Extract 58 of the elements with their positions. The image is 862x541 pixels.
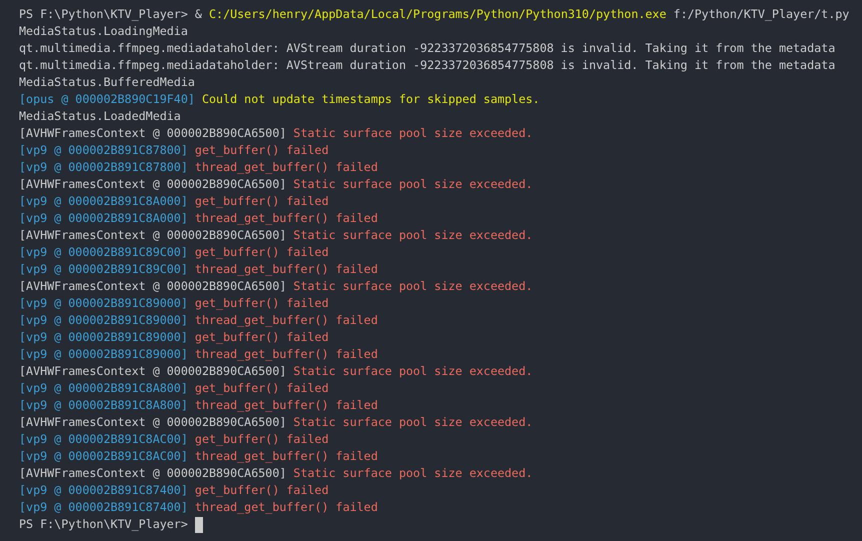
error-text: get_buffer() failed: [194, 193, 329, 210]
log-source: [vp9 @ 000002B891C89000]: [19, 329, 188, 346]
error-text: get_buffer() failed: [194, 380, 329, 397]
output-text: PS F:\Python\KTV_Player>: [19, 6, 188, 23]
error-text: thread_get_buffer() failed: [194, 312, 378, 329]
error-text: Static surface pool size exceeded.: [293, 465, 533, 482]
output-text: [AVHWFramesContext @ 000002B890CA6500]: [19, 465, 286, 482]
log-source: [vp9 @ 000002B891C89000]: [19, 346, 188, 363]
shell-prompt: PS F:\Python\KTV_Player>: [19, 516, 188, 533]
output-text: [AVHWFramesContext @ 000002B890CA6500]: [19, 363, 286, 380]
output-text: qt.multimedia.ffmpeg.mediadataholder: AVStream duration -9223372036854775808 is invalid. Taking it from the metadata: [19, 57, 836, 74]
output-text: MediaStatus.BufferedMedia: [19, 74, 195, 91]
error-text: get_buffer() failed: [194, 295, 329, 312]
log-source: [vp9 @ 000002B891C8AC00]: [19, 431, 188, 448]
output-text: MediaStatus.LoadedMedia: [19, 108, 181, 125]
log-source: [vp9 @ 000002B891C87800]: [19, 142, 188, 159]
log-source: [vp9 @ 000002B891C89C00]: [19, 261, 188, 278]
output-text: [AVHWFramesContext @ 000002B890CA6500]: [19, 227, 286, 244]
output-text: [AVHWFramesContext @ 000002B890CA6500]: [19, 278, 286, 295]
log-source: [vp9 @ 000002B891C8A000]: [19, 210, 188, 227]
error-text: Static surface pool size exceeded.: [293, 176, 533, 193]
output-text: qt.multimedia.ffmpeg.mediadataholder: AVStream duration -9223372036854775808 is invalid. Taking it from the metadata: [19, 40, 836, 57]
error-text: thread_get_buffer() failed: [194, 499, 378, 516]
output-text: [AVHWFramesContext @ 000002B890CA6500]: [19, 125, 286, 142]
log-source: [vp9 @ 000002B891C89000]: [19, 295, 188, 312]
error-text: get_buffer() failed: [194, 329, 329, 346]
error-text: thread_get_buffer() failed: [194, 397, 378, 414]
error-text: get_buffer() failed: [194, 244, 329, 261]
log-source: [vp9 @ 000002B891C8A800]: [19, 380, 188, 397]
log-source: [vp9 @ 000002B891C8AC00]: [19, 448, 188, 465]
log-source: [vp9 @ 000002B891C8A800]: [19, 397, 188, 414]
log-source: [vp9 @ 000002B891C87400]: [19, 482, 188, 499]
error-text: Static surface pool size exceeded.: [293, 227, 533, 244]
log-source: [vp9 @ 000002B891C89000]: [19, 312, 188, 329]
error-text: thread_get_buffer() failed: [194, 448, 378, 465]
output-text: f:/Python/KTV_Player/t.py: [673, 6, 850, 23]
error-text: Static surface pool size exceeded.: [293, 363, 533, 380]
error-text: Static surface pool size exceeded.: [293, 414, 533, 431]
output-text: &: [194, 6, 202, 23]
log-source: [vp9 @ 000002B891C87800]: [19, 159, 188, 176]
error-text: Static surface pool size exceeded.: [293, 278, 533, 295]
log-source: [vp9 @ 000002B891C87400]: [19, 499, 188, 516]
command-path: C:/Users/henry/AppData/Local/Programs/Python/Python310/python.exe: [209, 6, 666, 23]
error-text: thread_get_buffer() failed: [194, 261, 378, 278]
error-text: get_buffer() failed: [194, 142, 329, 159]
error-text: get_buffer() failed: [194, 482, 329, 499]
error-text: thread_get_buffer() failed: [194, 159, 378, 176]
log-source: [opus @ 000002B890C19F40]: [19, 91, 195, 108]
error-text: get_buffer() failed: [194, 431, 329, 448]
error-text: Static surface pool size exceeded.: [293, 125, 533, 142]
log-source: [vp9 @ 000002B891C89C00]: [19, 244, 188, 261]
output-text: [AVHWFramesContext @ 000002B890CA6500]: [19, 414, 286, 431]
warning-text: Could not update timestamps for skipped samples.: [202, 91, 540, 108]
log-source: [vp9 @ 000002B891C8A000]: [19, 193, 188, 210]
output-text: MediaStatus.LoadingMedia: [19, 23, 188, 40]
error-text: thread_get_buffer() failed: [194, 210, 378, 227]
error-text: thread_get_buffer() failed: [194, 346, 378, 363]
output-text: [AVHWFramesContext @ 000002B890CA6500]: [19, 176, 286, 193]
